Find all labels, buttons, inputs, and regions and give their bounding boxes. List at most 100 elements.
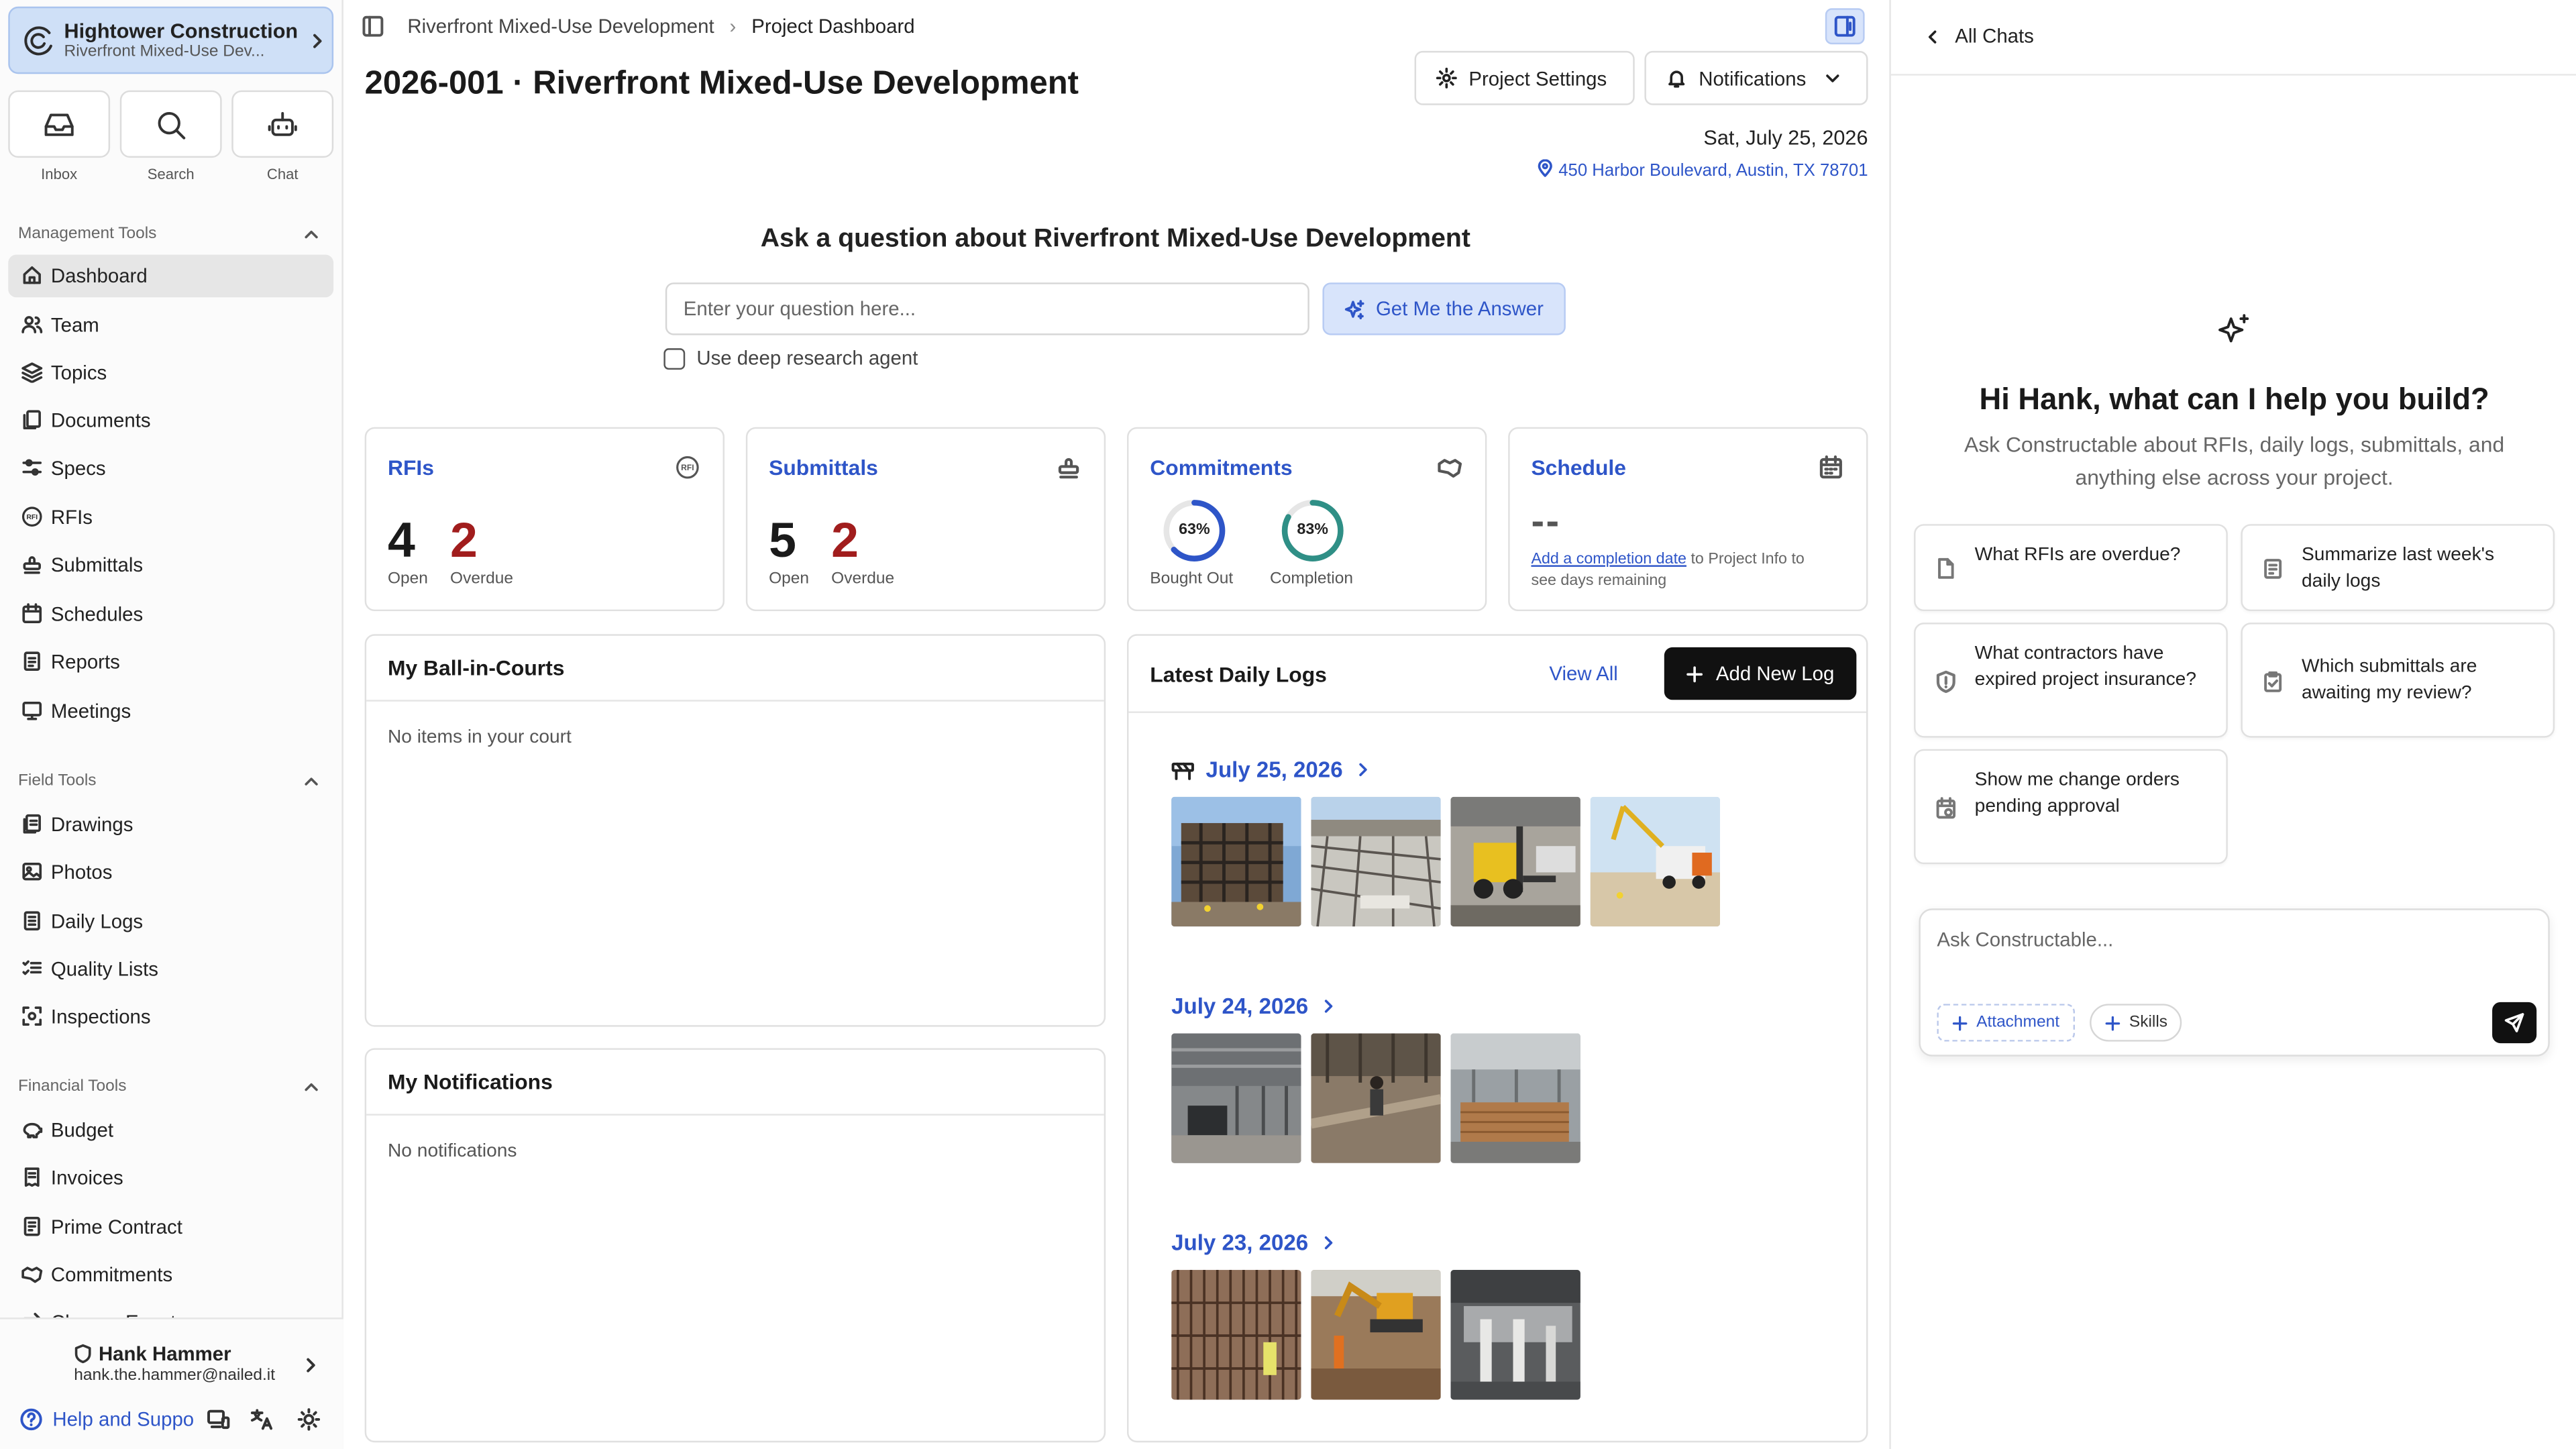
submittals-open-count: 5	[769, 514, 796, 569]
sidebar-item-budget[interactable]: Budget	[8, 1109, 333, 1152]
panel-title: My Notifications	[387, 1069, 553, 1095]
project-settings-button[interactable]: Project Settings	[1414, 50, 1635, 105]
bought-out-ring: 63%	[1161, 498, 1227, 564]
devices-icon[interactable]	[207, 1408, 230, 1431]
rfi-icon: RFI	[21, 506, 43, 527]
sidebar-item-drawings[interactable]: Drawings	[8, 804, 333, 847]
add-new-log-button[interactable]: Add New Log	[1664, 647, 1857, 700]
sidebar-item-label: Budget	[50, 1118, 114, 1142]
sidebar-item-invoices[interactable]: Invoices	[8, 1157, 333, 1199]
sidebar-item-team[interactable]: Team	[8, 304, 333, 347]
project-address[interactable]: 450 Harbor Boulevard, Austin, TX 78701	[1397, 159, 1868, 181]
suggestion-card[interactable]: Which submittals are awaiting my review?	[2241, 623, 2555, 738]
deep-research-checkbox[interactable]: Use deep research agent	[663, 347, 918, 370]
breadcrumb-project[interactable]: Riverfront Mixed-Use Development	[407, 15, 714, 38]
org-name: Hightower Construction	[64, 19, 299, 43]
log-photo-rebar-wall[interactable]	[1171, 1270, 1301, 1400]
log-photo-lumber-stack[interactable]	[1450, 1033, 1580, 1163]
sidebar-item-schedules[interactable]: Schedules	[8, 593, 333, 636]
view-all-link[interactable]: View All	[1549, 662, 1617, 685]
suggestion-card[interactable]: Summarize last week's daily logs	[2241, 524, 2555, 612]
financial-tools-header[interactable]: Financial Tools	[18, 1078, 324, 1095]
sidebar-item-specs[interactable]: Specs	[8, 447, 333, 490]
sidebar-item-topics[interactable]: Topics	[8, 352, 333, 394]
commitments-card[interactable]: Commitments 63% 83% Bought Out Completio…	[1127, 427, 1487, 612]
suggestion-card[interactable]: What contractors have expired project in…	[1914, 623, 2228, 738]
inbox-button[interactable]	[8, 90, 111, 158]
sidebar-item-prime-contract[interactable]: Prime Contract	[8, 1206, 333, 1249]
svg-text:RFI: RFI	[26, 514, 38, 521]
sidebar-item-dashboard[interactable]: Dashboard	[8, 254, 334, 298]
log-photo-worker-floor[interactable]	[1311, 1033, 1441, 1163]
sidebar-item-commitments[interactable]: Commitments	[8, 1254, 333, 1297]
help-label: Help and Suppo	[52, 1407, 195, 1432]
sidebar-item-photos[interactable]: Photos	[8, 851, 333, 894]
daily-log-date-link[interactable]: July 25, 2026	[1171, 757, 1373, 782]
notes-icon	[2262, 557, 2284, 580]
suggestion-card[interactable]: Show me change orders pending approval	[1914, 749, 2228, 865]
rfis-card[interactable]: RFIs RFI 4 2 Open Overdue	[364, 427, 724, 612]
skills-button[interactable]: Skills	[2090, 1004, 2183, 1042]
sparkles-icon	[2216, 312, 2253, 348]
field-tools-header[interactable]: Field Tools	[18, 772, 324, 790]
sidebar-toggle-icon[interactable]	[362, 15, 384, 38]
ball-in-court-panel: My Ball-in-Courts No items in your court	[364, 634, 1106, 1027]
suggestion-text: What RFIs are overdue?	[1974, 545, 2181, 566]
user-name: Hank Hammer	[98, 1342, 231, 1366]
chat-button[interactable]	[231, 90, 334, 158]
suggestion-text: Show me change orders pending approval	[1974, 770, 2180, 817]
daily-log-date-link[interactable]: July 24, 2026	[1171, 994, 1338, 1018]
chat-input[interactable]: Ask Constructable...	[1937, 928, 2113, 951]
stamp-icon	[21, 553, 43, 575]
notifications-dropdown[interactable]: Notifications	[1644, 50, 1868, 105]
address-text: 450 Harbor Boulevard, Austin, TX 78701	[1558, 161, 1868, 181]
log-photo-concrete-pump[interactable]	[1590, 796, 1721, 927]
log-photo-rebar-deck[interactable]	[1311, 796, 1441, 927]
help-link[interactable]: Help and Suppo	[19, 1408, 194, 1431]
add-completion-date-link[interactable]: Add a completion date	[1531, 550, 1686, 568]
sidebar-item-documents[interactable]: Documents	[8, 399, 333, 442]
send-button[interactable]	[2492, 1002, 2537, 1044]
chevron-up-icon	[303, 772, 321, 790]
log-photo-steel-frame[interactable]	[1171, 796, 1301, 927]
plus-icon	[1686, 665, 1705, 683]
management-tools-header[interactable]: Management Tools	[18, 225, 324, 243]
suggestion-text: Summarize last week's daily logs	[2302, 545, 2495, 592]
log-photo-interior-framing[interactable]	[1171, 1033, 1301, 1163]
schedule-card[interactable]: Schedule -- Add a completion date to Pro…	[1508, 427, 1868, 612]
get-answer-button[interactable]: Get Me the Answer	[1322, 282, 1566, 335]
checkbox[interactable]	[663, 347, 686, 369]
suggestion-text: What contractors have expired project in…	[1974, 644, 2197, 690]
log-photo-excavator[interactable]	[1311, 1270, 1441, 1400]
svg-text:RFI: RFI	[681, 463, 694, 472]
sidebar-item-label: Commitments	[50, 1263, 173, 1287]
log-photo-interior-columns[interactable]	[1450, 1270, 1580, 1400]
sidebar-item-quality-lists[interactable]: Quality Lists	[8, 948, 333, 991]
sidebar-item-submittals[interactable]: Submittals	[8, 544, 333, 587]
search-button[interactable]	[119, 90, 222, 158]
user-menu[interactable]: Hank Hammer hank.the.hammer@nailed.it He…	[0, 1318, 343, 1449]
contract-icon	[21, 1216, 43, 1237]
log-photo-forklift[interactable]	[1450, 796, 1580, 927]
attachment-button[interactable]: Attachment	[1937, 1004, 2075, 1042]
daily-log-date: July 25, 2026	[1205, 757, 1343, 782]
clipboard-check-icon	[2262, 670, 2284, 693]
sidebar-item-meetings[interactable]: Meetings	[8, 690, 333, 733]
daily-log-date-link[interactable]: July 23, 2026	[1171, 1230, 1338, 1255]
submittals-card[interactable]: Submittals 5 2 Open Overdue	[745, 427, 1106, 612]
sidebar-item-daily-logs[interactable]: Daily Logs	[8, 900, 333, 943]
overdue-label: Overdue	[831, 570, 895, 588]
org-switcher[interactable]: Hightower Construction Riverfront Mixed-…	[8, 6, 334, 74]
all-chats-link[interactable]: All Chats	[1924, 25, 2034, 48]
translate-icon[interactable]	[250, 1408, 273, 1431]
question-input[interactable]: Enter your question here...	[665, 282, 1309, 335]
sidebar-item-inspections[interactable]: Inspections	[8, 996, 333, 1038]
chat-composer[interactable]: Ask Constructable... Attachment Skills	[1919, 908, 2550, 1057]
suggestion-card[interactable]: What RFIs are overdue?	[1914, 524, 2228, 612]
sidebar-item-rfis[interactable]: RFI RFIs	[8, 496, 333, 539]
sun-icon[interactable]	[297, 1408, 321, 1431]
sidebar-item-reports[interactable]: Reports	[8, 641, 333, 684]
panel-toggle-button[interactable]	[1825, 8, 1865, 45]
calendar-icon	[21, 603, 43, 625]
documents-icon	[21, 409, 43, 431]
